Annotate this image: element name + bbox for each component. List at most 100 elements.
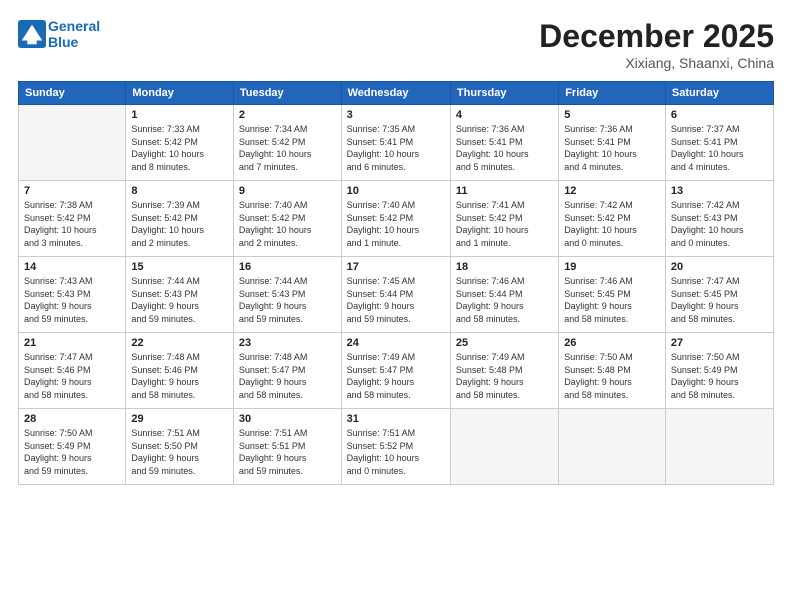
day-number: 16 xyxy=(239,261,336,273)
day-info: Sunrise: 7:42 AM Sunset: 5:42 PM Dayligh… xyxy=(564,199,660,249)
calendar-cell: 11 Sunrise: 7:41 AM Sunset: 5:42 PM Dayli… xyxy=(450,181,558,257)
week-row-2: 14 Sunrise: 7:43 AM Sunset: 5:43 PM Dayli… xyxy=(19,257,774,333)
day-info: Sunrise: 7:35 AM Sunset: 5:41 PM Dayligh… xyxy=(347,123,445,173)
day-number: 20 xyxy=(671,261,768,273)
logo-text: General Blue xyxy=(48,18,100,50)
day-info: Sunrise: 7:43 AM Sunset: 5:43 PM Dayligh… xyxy=(24,275,120,325)
day-info: Sunrise: 7:48 AM Sunset: 5:47 PM Dayligh… xyxy=(239,351,336,401)
day-number: 9 xyxy=(239,185,336,197)
day-info: Sunrise: 7:38 AM Sunset: 5:42 PM Dayligh… xyxy=(24,199,120,249)
day-number: 2 xyxy=(239,109,336,121)
day-info: Sunrise: 7:36 AM Sunset: 5:41 PM Dayligh… xyxy=(564,123,660,173)
weekday-header-wednesday: Wednesday xyxy=(341,82,450,105)
weekday-header-saturday: Saturday xyxy=(665,82,773,105)
logo: General Blue xyxy=(18,18,100,50)
calendar-cell: 12 Sunrise: 7:42 AM Sunset: 5:42 PM Dayli… xyxy=(559,181,666,257)
day-info: Sunrise: 7:40 AM Sunset: 5:42 PM Dayligh… xyxy=(239,199,336,249)
calendar-cell: 7 Sunrise: 7:38 AM Sunset: 5:42 PM Daylig… xyxy=(19,181,126,257)
calendar-cell: 28Sunrise: 7:50 AM Sunset: 5:49 PM Dayli… xyxy=(19,409,126,485)
calendar-cell: 18Sunrise: 7:46 AM Sunset: 5:44 PM Dayli… xyxy=(450,257,558,333)
day-info: Sunrise: 7:37 AM Sunset: 5:41 PM Dayligh… xyxy=(671,123,768,173)
calendar-cell: 30Sunrise: 7:51 AM Sunset: 5:51 PM Dayli… xyxy=(233,409,341,485)
calendar-cell xyxy=(665,409,773,485)
day-number: 26 xyxy=(564,337,660,349)
calendar-cell xyxy=(19,105,126,181)
day-info: Sunrise: 7:44 AM Sunset: 5:43 PM Dayligh… xyxy=(239,275,336,325)
day-info: Sunrise: 7:49 AM Sunset: 5:47 PM Dayligh… xyxy=(347,351,445,401)
day-info: Sunrise: 7:50 AM Sunset: 5:48 PM Dayligh… xyxy=(564,351,660,401)
calendar-cell: 16 Sunrise: 7:44 AM Sunset: 5:43 PM Dayli… xyxy=(233,257,341,333)
calendar-cell: 20 Sunrise: 7:47 AM Sunset: 5:45 PM Dayli… xyxy=(665,257,773,333)
calendar-cell: 22Sunrise: 7:48 AM Sunset: 5:46 PM Dayli… xyxy=(126,333,234,409)
day-info: Sunrise: 7:41 AM Sunset: 5:42 PM Dayligh… xyxy=(456,199,553,249)
day-info: Sunrise: 7:50 AM Sunset: 5:49 PM Dayligh… xyxy=(671,351,768,401)
day-info: Sunrise: 7:33 AM Sunset: 5:42 PM Dayligh… xyxy=(131,123,228,173)
calendar-cell: 1 Sunrise: 7:33 AM Sunset: 5:42 PM Daylig… xyxy=(126,105,234,181)
day-number: 15 xyxy=(131,261,228,273)
logo-line2: Blue xyxy=(48,34,100,50)
day-number: 11 xyxy=(456,185,553,197)
day-info: Sunrise: 7:51 AM Sunset: 5:50 PM Dayligh… xyxy=(131,427,228,477)
day-number: 30 xyxy=(239,413,336,425)
day-info: Sunrise: 7:44 AM Sunset: 5:43 PM Dayligh… xyxy=(131,275,228,325)
calendar-cell: 3 Sunrise: 7:35 AM Sunset: 5:41 PM Daylig… xyxy=(341,105,450,181)
title-area: December 2025 Xixiang, Shaanxi, China xyxy=(539,18,774,71)
month-title: December 2025 xyxy=(539,18,774,55)
header: General Blue December 2025 Xixiang, Shaa… xyxy=(18,18,774,71)
calendar-cell: 29Sunrise: 7:51 AM Sunset: 5:50 PM Dayli… xyxy=(126,409,234,485)
day-number: 13 xyxy=(671,185,768,197)
day-info: Sunrise: 7:39 AM Sunset: 5:42 PM Dayligh… xyxy=(131,199,228,249)
day-number: 17 xyxy=(347,261,445,273)
calendar-cell: 2 Sunrise: 7:34 AM Sunset: 5:42 PM Daylig… xyxy=(233,105,341,181)
calendar-cell: 25 Sunrise: 7:49 AM Sunset: 5:48 PM Dayli… xyxy=(450,333,558,409)
calendar-cell xyxy=(559,409,666,485)
week-row-0: 1 Sunrise: 7:33 AM Sunset: 5:42 PM Daylig… xyxy=(19,105,774,181)
day-number: 21 xyxy=(24,337,120,349)
calendar-cell: 27Sunrise: 7:50 AM Sunset: 5:49 PM Dayli… xyxy=(665,333,773,409)
calendar-cell: 10Sunrise: 7:40 AM Sunset: 5:42 PM Dayli… xyxy=(341,181,450,257)
weekday-header-thursday: Thursday xyxy=(450,82,558,105)
calendar-cell: 21 Sunrise: 7:47 AM Sunset: 5:46 PM Dayli… xyxy=(19,333,126,409)
day-number: 28 xyxy=(24,413,120,425)
day-info: Sunrise: 7:47 AM Sunset: 5:46 PM Dayligh… xyxy=(24,351,120,401)
day-number: 7 xyxy=(24,185,120,197)
day-number: 25 xyxy=(456,337,553,349)
logo-line1: General xyxy=(48,18,100,34)
calendar-cell: 23Sunrise: 7:48 AM Sunset: 5:47 PM Dayli… xyxy=(233,333,341,409)
calendar-cell: 26 Sunrise: 7:50 AM Sunset: 5:48 PM Dayli… xyxy=(559,333,666,409)
calendar-cell: 15 Sunrise: 7:44 AM Sunset: 5:43 PM Dayli… xyxy=(126,257,234,333)
calendar-cell: 5Sunrise: 7:36 AM Sunset: 5:41 PM Daylig… xyxy=(559,105,666,181)
calendar-cell: 9 Sunrise: 7:40 AM Sunset: 5:42 PM Daylig… xyxy=(233,181,341,257)
day-info: Sunrise: 7:45 AM Sunset: 5:44 PM Dayligh… xyxy=(347,275,445,325)
day-info: Sunrise: 7:34 AM Sunset: 5:42 PM Dayligh… xyxy=(239,123,336,173)
weekday-header-row: SundayMondayTuesdayWednesdayThursdayFrid… xyxy=(19,82,774,105)
weekday-header-tuesday: Tuesday xyxy=(233,82,341,105)
day-number: 3 xyxy=(347,109,445,121)
day-number: 4 xyxy=(456,109,553,121)
day-number: 10 xyxy=(347,185,445,197)
calendar-cell: 13 Sunrise: 7:42 AM Sunset: 5:43 PM Dayli… xyxy=(665,181,773,257)
day-info: Sunrise: 7:47 AM Sunset: 5:45 PM Dayligh… xyxy=(671,275,768,325)
day-number: 18 xyxy=(456,261,553,273)
weekday-header-monday: Monday xyxy=(126,82,234,105)
location: Xixiang, Shaanxi, China xyxy=(539,55,774,71)
day-info: Sunrise: 7:49 AM Sunset: 5:48 PM Dayligh… xyxy=(456,351,553,401)
calendar-cell: 14 Sunrise: 7:43 AM Sunset: 5:43 PM Dayli… xyxy=(19,257,126,333)
week-row-1: 7 Sunrise: 7:38 AM Sunset: 5:42 PM Daylig… xyxy=(19,181,774,257)
calendar-cell xyxy=(450,409,558,485)
calendar-cell: 6 Sunrise: 7:37 AM Sunset: 5:41 PM Daylig… xyxy=(665,105,773,181)
week-row-4: 28Sunrise: 7:50 AM Sunset: 5:49 PM Dayli… xyxy=(19,409,774,485)
day-info: Sunrise: 7:48 AM Sunset: 5:46 PM Dayligh… xyxy=(131,351,228,401)
day-number: 24 xyxy=(347,337,445,349)
day-info: Sunrise: 7:51 AM Sunset: 5:52 PM Dayligh… xyxy=(347,427,445,477)
page: General Blue December 2025 Xixiang, Shaa… xyxy=(0,0,792,612)
day-number: 14 xyxy=(24,261,120,273)
day-info: Sunrise: 7:42 AM Sunset: 5:43 PM Dayligh… xyxy=(671,199,768,249)
calendar-cell: 17 Sunrise: 7:45 AM Sunset: 5:44 PM Dayli… xyxy=(341,257,450,333)
day-number: 6 xyxy=(671,109,768,121)
day-number: 12 xyxy=(564,185,660,197)
calendar-cell: 24 Sunrise: 7:49 AM Sunset: 5:47 PM Dayli… xyxy=(341,333,450,409)
weekday-header-friday: Friday xyxy=(559,82,666,105)
day-number: 1 xyxy=(131,109,228,121)
day-number: 8 xyxy=(131,185,228,197)
